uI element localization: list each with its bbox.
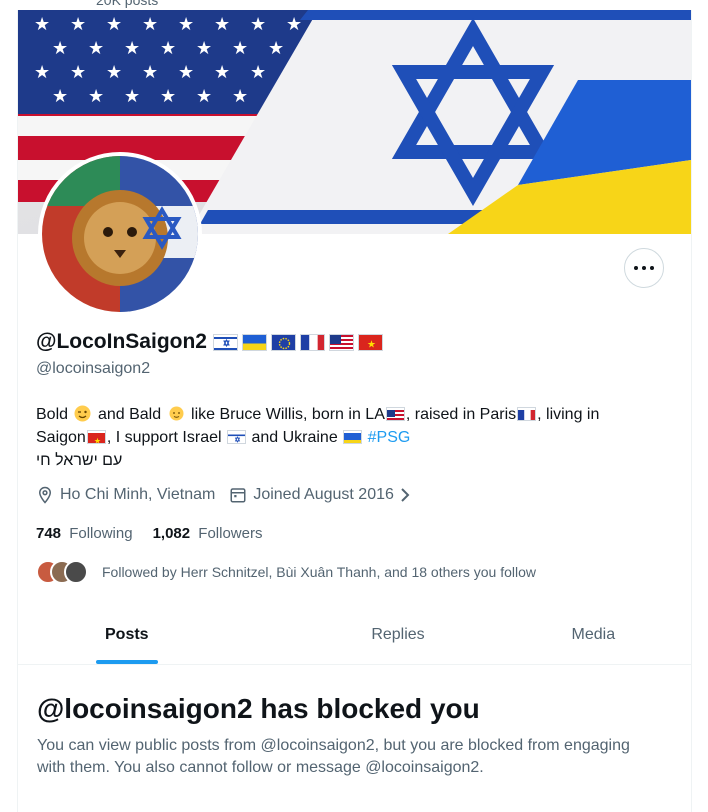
display-name: @LocoInSaigon2	[36, 330, 207, 353]
france-flag-icon	[299, 333, 325, 351]
svg-text:★: ★	[178, 14, 194, 35]
svg-text:★: ★	[268, 38, 284, 59]
svg-text:★: ★	[124, 86, 140, 107]
profile-bio: Bold and Bald like Bruce Willis, born in…	[36, 403, 676, 472]
blocked-notice: @locoinsaigon2 has blocked you You can v…	[37, 693, 657, 779]
svg-text:★: ★	[34, 14, 50, 35]
svg-text:★: ★	[142, 62, 158, 83]
svg-text:★: ★	[214, 14, 230, 35]
more-dot	[650, 266, 654, 270]
blocked-title: @locoinsaigon2 has blocked you	[37, 693, 480, 724]
svg-text:★: ★	[232, 38, 248, 59]
joined-item[interactable]: Joined August 2016	[229, 486, 418, 504]
france-flag-icon	[517, 407, 537, 421]
svg-text:★: ★	[70, 62, 86, 83]
ukraine-flag-icon	[343, 430, 363, 444]
usa-flag-icon	[328, 333, 354, 351]
more-dot	[634, 266, 638, 270]
name-row: @LocoInSaigon2 ★	[36, 330, 387, 354]
tab-label: Replies	[371, 626, 425, 643]
tab-label: Posts	[105, 626, 149, 643]
svg-text:★: ★	[214, 62, 230, 83]
followers-link[interactable]: 1,082 Followers	[153, 525, 263, 542]
bio-hebrew-text: עם ישראל חי	[36, 452, 123, 469]
svg-text:★: ★	[94, 437, 101, 445]
svg-text:★: ★	[106, 62, 122, 83]
following-label: Following	[69, 525, 133, 542]
followed-by-text: Followed by Herr Schnitzel, Bùi Xuân Tha…	[102, 564, 536, 580]
israel-flag-icon	[227, 430, 246, 444]
vietnam-flag-icon: ★	[357, 333, 383, 351]
bio-text: , raised in Paris	[405, 406, 517, 423]
svg-text:★: ★	[250, 62, 266, 83]
bio-text: like Bruce Willis, born in LA	[191, 406, 385, 423]
hashtag-link[interactable]: #PSG	[368, 429, 411, 446]
posts-count-cut: 20K posts	[96, 0, 159, 8]
svg-text:★: ★	[367, 339, 376, 350]
svg-text:★: ★	[142, 14, 158, 35]
svg-text:★: ★	[160, 86, 176, 107]
svg-text:★: ★	[52, 38, 68, 59]
svg-text:★: ★	[286, 14, 302, 35]
svg-text:★: ★	[196, 38, 212, 59]
calendar-icon	[230, 488, 246, 503]
svg-text:★: ★	[124, 38, 140, 59]
vietnam-flag-icon: ★	[86, 430, 106, 445]
profile-avatar[interactable]	[38, 152, 202, 316]
svg-text:★: ★	[250, 14, 266, 35]
profile-card: ★★★★★★★★ ★★★★★★★ ★★★★★★★★ ★★★★★★★	[17, 10, 692, 812]
israel-flag-icon	[212, 333, 238, 351]
followed-by[interactable]: Followed by Herr Schnitzel, Bùi Xuân Tha…	[36, 560, 536, 584]
followers-label: Followers	[198, 525, 263, 542]
bio-text: and Ukraine	[251, 429, 338, 446]
profile-handle: @locoinsaigon2	[36, 360, 151, 377]
avatar	[64, 560, 88, 584]
profile-meta: Ho Chi Minh, Vietnam Joined August 2016	[36, 486, 432, 504]
svg-text:★: ★	[88, 86, 104, 107]
ukraine-flag-icon	[241, 333, 267, 351]
name-flags: ★	[212, 333, 387, 351]
follow-counts: 748 Following 1,082 Followers	[36, 525, 282, 542]
location-text: Ho Chi Minh, Vietnam	[60, 486, 216, 503]
followed-avatars	[36, 560, 90, 584]
svg-text:★: ★	[160, 38, 176, 59]
location-pin-icon	[38, 486, 52, 504]
joined-text: Joined August 2016	[253, 486, 394, 503]
following-count: 748	[36, 525, 62, 542]
tab-replies[interactable]: Replies	[300, 606, 495, 664]
chevron-right-icon[interactable]	[398, 486, 412, 504]
bald-person-icon	[168, 405, 185, 422]
location-item: Ho Chi Minh, Vietnam	[36, 486, 215, 504]
svg-text:★: ★	[70, 14, 86, 35]
tab-label: Media	[571, 626, 616, 643]
bio-text: , living in	[537, 406, 600, 423]
blocked-message: You can view public posts from @locoinsa…	[37, 737, 630, 776]
followers-count: 1,082	[152, 525, 191, 542]
bio-text: Bold	[36, 406, 69, 423]
svg-text:★: ★	[106, 14, 122, 35]
bio-text: , I support Israel	[106, 429, 222, 446]
active-tab-indicator	[96, 660, 158, 664]
svg-text:★: ★	[232, 86, 248, 107]
svg-text:★: ★	[52, 86, 68, 107]
tab-posts[interactable]: Posts	[18, 606, 300, 664]
more-dot	[642, 266, 646, 270]
svg-text:★: ★	[178, 62, 194, 83]
svg-text:★: ★	[34, 62, 50, 83]
bio-text: and Bald	[97, 406, 162, 423]
bio-text: Saigon	[36, 429, 86, 446]
profile-tabs: Posts Replies Media	[18, 606, 691, 665]
usa-flag-icon	[385, 407, 405, 421]
winking-face-icon	[74, 405, 91, 422]
more-options-button[interactable]	[624, 248, 664, 288]
svg-text:★: ★	[196, 86, 212, 107]
following-link[interactable]: 748 Following	[36, 525, 133, 542]
svg-text:★: ★	[88, 38, 104, 59]
eu-flag-icon	[270, 333, 296, 351]
tab-media[interactable]: Media	[496, 606, 691, 664]
